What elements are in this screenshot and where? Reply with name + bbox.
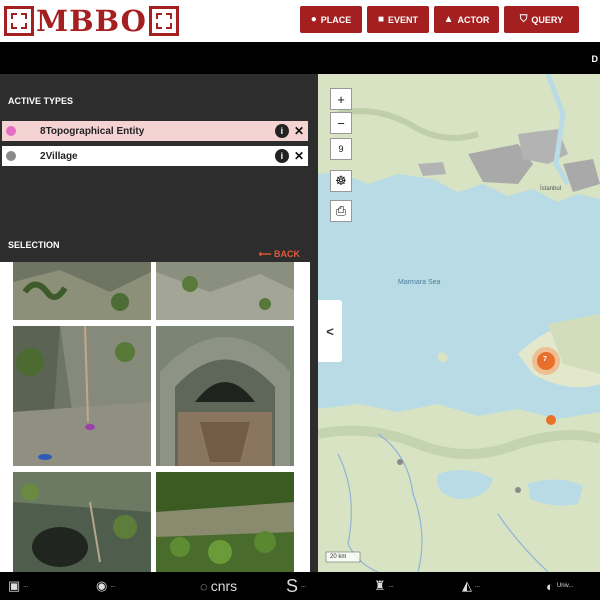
place-button[interactable]: ● PLACE bbox=[300, 6, 362, 33]
type-label: 2Village bbox=[40, 151, 275, 162]
layers-icon: ☸ bbox=[335, 173, 347, 188]
triangle-icon: ▲ bbox=[443, 14, 454, 25]
top-bar-text: D bbox=[591, 54, 599, 64]
filter-icon: ⛉ bbox=[519, 14, 528, 25]
map-view[interactable]: + − 9 ☸ ⎙ Marmara Sea İstanbul 7 20 km bbox=[318, 74, 600, 572]
footer-logo[interactable]: ▣... bbox=[8, 572, 28, 600]
cluster-count[interactable]: 7 bbox=[543, 356, 547, 363]
close-icon[interactable]: ✕ bbox=[294, 124, 304, 138]
app-header: MBBO ● PLACE ■ EVENT ▲ ACTOR ⛉ QUERY bbox=[0, 0, 600, 42]
sea-label: Marmara Sea bbox=[398, 279, 441, 286]
info-icon[interactable]: i bbox=[274, 149, 289, 163]
top-bar: D bbox=[0, 42, 600, 74]
logo-left-box bbox=[4, 6, 34, 36]
print-icon: ⎙ bbox=[335, 203, 347, 218]
info-icon[interactable]: i bbox=[274, 124, 289, 138]
collapse-panel-button[interactable]: < bbox=[318, 300, 342, 362]
footer-logo[interactable]: ◉... bbox=[96, 572, 115, 600]
zoom-level-indicator: 9 bbox=[330, 138, 352, 160]
gallery-photo[interactable] bbox=[13, 325, 151, 466]
logo-text: MBBO bbox=[36, 4, 147, 38]
type-label: 8Topographical Entity bbox=[40, 126, 275, 137]
selection-title: SELECTION bbox=[8, 240, 60, 250]
photo-gallery[interactable] bbox=[0, 262, 310, 572]
actor-button-label: ACTOR bbox=[457, 14, 490, 25]
query-button-label: QUERY bbox=[531, 14, 564, 25]
type-name: Village bbox=[45, 150, 78, 162]
print-button[interactable]: ⎙ bbox=[330, 200, 352, 222]
left-panel: ACTIVE TYPES 8Topographical Entity i ✕ 2… bbox=[0, 74, 318, 572]
scale-label: 20 km bbox=[330, 554, 347, 560]
gallery-photo[interactable] bbox=[156, 326, 294, 466]
place-button-label: PLACE bbox=[320, 14, 352, 25]
query-button[interactable]: ⛉ QUERY bbox=[504, 6, 579, 33]
zoom-in-button[interactable]: + bbox=[330, 88, 352, 110]
back-arrow-icon: ⟵ bbox=[258, 249, 272, 259]
close-icon[interactable]: ✕ bbox=[294, 149, 304, 163]
event-button-label: EVENT bbox=[388, 14, 419, 25]
actor-button[interactable]: ▲ ACTOR bbox=[434, 6, 499, 33]
gallery-photo[interactable] bbox=[156, 262, 294, 320]
footer: ▣... ◉... ◌ cnrs S... ♜... ◭... ◐ Univ... bbox=[0, 572, 600, 600]
layers-button[interactable]: ☸ bbox=[330, 170, 352, 192]
type-name: Topographical Entity bbox=[45, 125, 145, 137]
city-label: İstanbul bbox=[540, 186, 562, 192]
event-button[interactable]: ■ EVENT bbox=[367, 6, 429, 33]
gallery-photo[interactable] bbox=[13, 262, 151, 320]
type-color-dot bbox=[6, 126, 16, 136]
type-color-dot bbox=[6, 151, 16, 161]
circle-icon: ● bbox=[310, 14, 317, 25]
footer-logo[interactable]: ♜... bbox=[374, 572, 394, 600]
footer-logo[interactable]: ◭... bbox=[462, 572, 480, 600]
gallery-photo[interactable] bbox=[13, 472, 151, 572]
footer-logo-cnrs[interactable]: ◌ cnrs bbox=[200, 572, 237, 600]
type-row-topographical-entity[interactable]: 8Topographical Entity i ✕ bbox=[2, 121, 308, 141]
logo-right-box bbox=[148, 6, 179, 36]
back-label: BACK bbox=[274, 249, 300, 259]
active-types-title: ACTIVE TYPES bbox=[8, 96, 74, 106]
gallery-photo[interactable] bbox=[156, 472, 294, 572]
gallery-photos bbox=[13, 262, 294, 572]
footer-logo[interactable]: S... bbox=[286, 572, 306, 600]
map-canvas bbox=[318, 74, 600, 572]
footer-logo[interactable]: ◐ Univ... bbox=[546, 572, 573, 600]
zoom-out-button[interactable]: − bbox=[330, 112, 352, 134]
app-logo[interactable]: MBBO bbox=[4, 4, 179, 38]
back-button[interactable]: ⟵ BACK bbox=[259, 249, 300, 260]
square-icon: ■ bbox=[377, 14, 385, 25]
type-row-village[interactable]: 2Village i ✕ bbox=[2, 146, 308, 166]
